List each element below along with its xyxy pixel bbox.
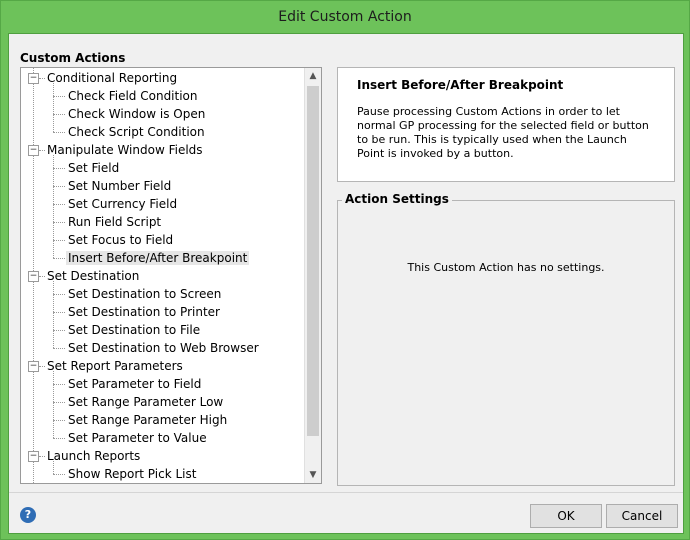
- scroll-thumb[interactable]: [307, 86, 319, 436]
- tree-item[interactable]: Show Report Pick List: [66, 465, 198, 483]
- tree-item-label: Check Window is Open: [68, 107, 206, 121]
- tree-item-label: Set Destination to Screen: [68, 287, 222, 301]
- tree-group[interactable]: Set Destination: [47, 267, 139, 285]
- tree-connector: [39, 276, 45, 277]
- tree-item-label: Run Field Script: [68, 215, 162, 229]
- tree-item[interactable]: Set Parameter to Field: [66, 375, 203, 393]
- tree-connector: [53, 168, 65, 169]
- tree-group-label: Manipulate Window Fields: [47, 143, 203, 157]
- scroll-up-icon[interactable]: ▲: [305, 68, 321, 84]
- tree-item-label: Set Range Parameter High: [68, 413, 228, 427]
- action-settings-legend: Action Settings: [342, 192, 452, 206]
- tree-connector: [53, 281, 54, 348]
- collapse-icon[interactable]: −: [28, 271, 39, 282]
- window-title: Edit Custom Action: [278, 9, 412, 25]
- tree-item-label: Set Number Field: [68, 179, 172, 193]
- tree-connector: [53, 420, 65, 421]
- action-settings-group: Action Settings This Custom Action has n…: [337, 192, 675, 486]
- tree-item[interactable]: Set Range Parameter High: [66, 411, 229, 429]
- tree-connector: [53, 222, 65, 223]
- dialog-client-area: Custom Actions Conditional Reporting − Che…: [8, 33, 684, 534]
- tree-item-label: Set Range Parameter Low: [68, 395, 224, 409]
- tree-connector: [53, 348, 65, 349]
- tree-connector: [53, 186, 65, 187]
- tree-connector: [39, 150, 45, 151]
- tree-item[interactable]: Set Destination to File: [66, 321, 202, 339]
- button-separator: [9, 492, 683, 493]
- tree-content: Conditional Reporting − Check Field Condit…: [21, 68, 305, 483]
- tree-item[interactable]: Set Destination to Screen: [66, 285, 223, 303]
- tree-item-label: Set Focus to Field: [68, 233, 174, 247]
- tree-connector: [53, 402, 65, 403]
- tree-connector: [53, 83, 54, 132]
- tree-connector: [53, 330, 65, 331]
- custom-actions-tree[interactable]: Conditional Reporting − Check Field Condit…: [20, 67, 322, 484]
- tree-connector: [53, 438, 65, 439]
- tree-connector: [53, 114, 65, 115]
- collapse-icon[interactable]: −: [28, 451, 39, 462]
- tree-item[interactable]: Check Window is Open: [66, 105, 207, 123]
- edit-custom-action-window: Edit Custom Action Custom Actions Condit…: [0, 0, 690, 540]
- tree-item-label: Check Script Condition: [68, 125, 205, 139]
- tree-connector: [53, 132, 65, 133]
- tree-connector: [53, 294, 65, 295]
- tree-connector: [53, 312, 65, 313]
- tree-connector: [39, 456, 45, 457]
- ok-button[interactable]: OK: [530, 504, 602, 528]
- tree-connector: [39, 366, 45, 367]
- tree-item-label: Set Field: [68, 161, 120, 175]
- tree-group[interactable]: Launch Reports: [47, 447, 140, 465]
- tree-group[interactable]: Set Report Parameters: [47, 357, 183, 375]
- tree-connector: [53, 461, 54, 474]
- collapse-icon[interactable]: −: [28, 73, 39, 84]
- tree-connector: [53, 474, 65, 475]
- tree-item[interactable]: Set Focus to Field: [66, 231, 175, 249]
- tree-item-label: Check Field Condition: [68, 89, 198, 103]
- collapse-icon[interactable]: −: [28, 361, 39, 372]
- tree-scrollbar[interactable]: ▲ ▼: [304, 68, 321, 483]
- tree-item-label: Set Parameter to Value: [68, 431, 207, 445]
- tree-item[interactable]: Check Field Condition: [66, 87, 200, 105]
- tree-item[interactable]: Set Currency Field: [66, 195, 179, 213]
- tree-group[interactable]: Conditional Reporting: [47, 69, 177, 87]
- cancel-button[interactable]: Cancel: [606, 504, 678, 528]
- tree-item[interactable]: Check Script Condition: [66, 123, 207, 141]
- tree-group-label: Conditional Reporting: [47, 71, 178, 85]
- tree-connector: [53, 384, 65, 385]
- tree-connector: [53, 258, 65, 259]
- tree-item-label: Set Currency Field: [68, 197, 178, 211]
- tree-group-label: Set Destination: [47, 269, 140, 283]
- tree-connector: [53, 240, 65, 241]
- tree-connector: [53, 371, 54, 438]
- tree-item[interactable]: Set Range Parameter Low: [66, 393, 225, 411]
- tree-item[interactable]: Set Number Field: [66, 177, 173, 195]
- tree-item[interactable]: Set Destination to Printer: [66, 303, 222, 321]
- tree-item[interactable]: Set Destination to Web Browser: [66, 339, 261, 357]
- tree-item-label: Set Destination to File: [68, 323, 201, 337]
- tree-item-label: Set Destination to Printer: [68, 305, 220, 319]
- action-description: Pause processing Custom Actions in order…: [357, 105, 649, 160]
- tree-connector: [53, 96, 65, 97]
- tree-item-label: Set Parameter to Field: [68, 377, 202, 391]
- tree-item-label: Set Destination to Web Browser: [68, 341, 259, 355]
- tree-item[interactable]: Insert Before/After Breakpoint: [66, 249, 250, 267]
- tree-connector: [53, 155, 54, 258]
- custom-actions-label: Custom Actions: [20, 51, 126, 65]
- tree-group-label: Launch Reports: [47, 449, 141, 463]
- tree-group-label: Set Report Parameters: [47, 359, 183, 373]
- action-description-panel: Insert Before/After Breakpoint Pause pro…: [337, 67, 675, 182]
- scroll-down-icon[interactable]: ▼: [305, 467, 321, 483]
- collapse-icon[interactable]: −: [28, 145, 39, 156]
- help-icon[interactable]: ?: [20, 507, 36, 523]
- tree-item[interactable]: Set Field: [66, 159, 121, 177]
- action-title: Insert Before/After Breakpoint: [357, 78, 564, 92]
- tree-item[interactable]: Set Parameter to Value: [66, 429, 209, 447]
- tree-item-label: Show Report Pick List: [68, 467, 197, 481]
- tree-connector: [39, 78, 45, 79]
- tree-item-label: Insert Before/After Breakpoint: [66, 251, 250, 265]
- tree-item[interactable]: Run Field Script: [66, 213, 163, 231]
- tree-connector: [53, 204, 65, 205]
- no-settings-message: This Custom Action has no settings.: [407, 261, 605, 274]
- tree-group[interactable]: Manipulate Window Fields: [47, 141, 203, 159]
